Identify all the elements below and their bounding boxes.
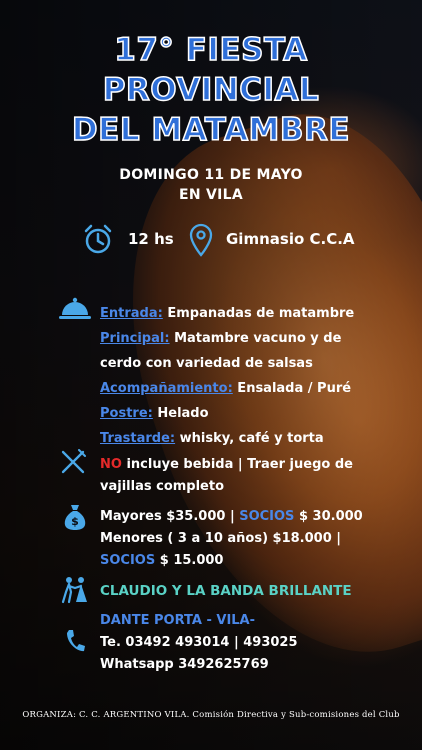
location-pin-icon	[189, 223, 213, 257]
socios-label: SOCIOS	[239, 509, 295, 524]
drinks-notice-line-1: NO incluye bebida | Traer juego de	[100, 454, 353, 476]
dancing-couple-icon	[61, 577, 87, 604]
menu-label: Postre:	[100, 406, 153, 421]
socios-label: SOCIOS	[100, 553, 156, 568]
price-children-socios: SOCIOS $ 15.000	[100, 550, 223, 572]
alarm-clock-icon	[84, 224, 112, 254]
price-children: Menores ( 3 a 10 años) $18.000 |	[100, 531, 342, 546]
menu-item-principal-cont: cerdo con variedad de salsas	[100, 351, 420, 376]
svg-text:$: $	[71, 515, 79, 528]
fork-knife-icon	[61, 449, 86, 474]
menu-text: Helado	[152, 406, 209, 421]
no-label: NO	[100, 457, 122, 472]
price-text: $ 15.000	[155, 553, 224, 568]
menu-list: Entrada: Empanadas de matambre Principal…	[100, 301, 420, 451]
menu-item-trastarde: Trastarde: whisky, café y torta	[100, 426, 420, 451]
menu-label: Acompañamiento:	[100, 381, 233, 396]
menu-text: Ensalada / Puré	[232, 381, 352, 396]
event-time: 12 hs	[128, 230, 174, 248]
menu-label: Trastarde:	[100, 431, 176, 446]
menu-text: Empanadas de matambre	[162, 306, 355, 321]
money-bag-icon: $	[64, 505, 86, 530]
menu-text: whisky, café y torta	[175, 431, 324, 446]
contact-whatsapp: Whatsapp 3492625769	[100, 657, 269, 672]
title-line-3: DEL MATAMBRE	[71, 111, 351, 149]
time-location-row: 12 hs Gimnasio C.C.A	[0, 223, 422, 257]
contact-name: DANTE PORTA - VILA-	[100, 613, 256, 628]
price-text: Mayores $35.000 |	[100, 509, 240, 524]
event-venue: Gimnasio C.C.A	[226, 230, 355, 248]
menu-item-entrada: Entrada: Empanadas de matambre	[100, 301, 420, 326]
drinks-notice-line-2: vajillas completo	[100, 479, 225, 494]
event-date: DOMINGO 11 DE MAYO	[119, 167, 303, 183]
event-town: EN VILA	[178, 187, 244, 203]
title-line-1: 17° FIESTA	[114, 31, 308, 69]
drinks-text: incluye bebida | Traer juego de	[121, 457, 353, 472]
food-cloche-icon	[59, 297, 91, 319]
menu-label: Entrada:	[100, 306, 163, 321]
band-name: CLAUDIO Y LA BANDA BRILLANTE	[100, 583, 352, 599]
phone-icon	[67, 630, 85, 652]
menu-text: cerdo con variedad de salsas	[100, 356, 313, 371]
price-text: $ 30.000	[294, 509, 363, 524]
price-adults: Mayores $35.000 | SOCIOS $ 30.000	[100, 506, 363, 528]
organizer-footer: ORGANIZA: C. C. ARGENTINO VILA. Comisión…	[22, 710, 400, 720]
menu-label: Principal:	[100, 331, 170, 346]
menu-text: Matambre vacuno y de	[169, 331, 342, 346]
menu-item-principal: Principal: Matambre vacuno y de	[100, 326, 420, 351]
title-line-2: PROVINCIAL	[102, 71, 320, 109]
menu-item-postre: Postre: Helado	[100, 401, 420, 426]
menu-item-acompanamiento: Acompañamiento: Ensalada / Puré	[100, 376, 420, 401]
contact-phone: Te. 03492 493014 | 493025	[100, 635, 298, 650]
